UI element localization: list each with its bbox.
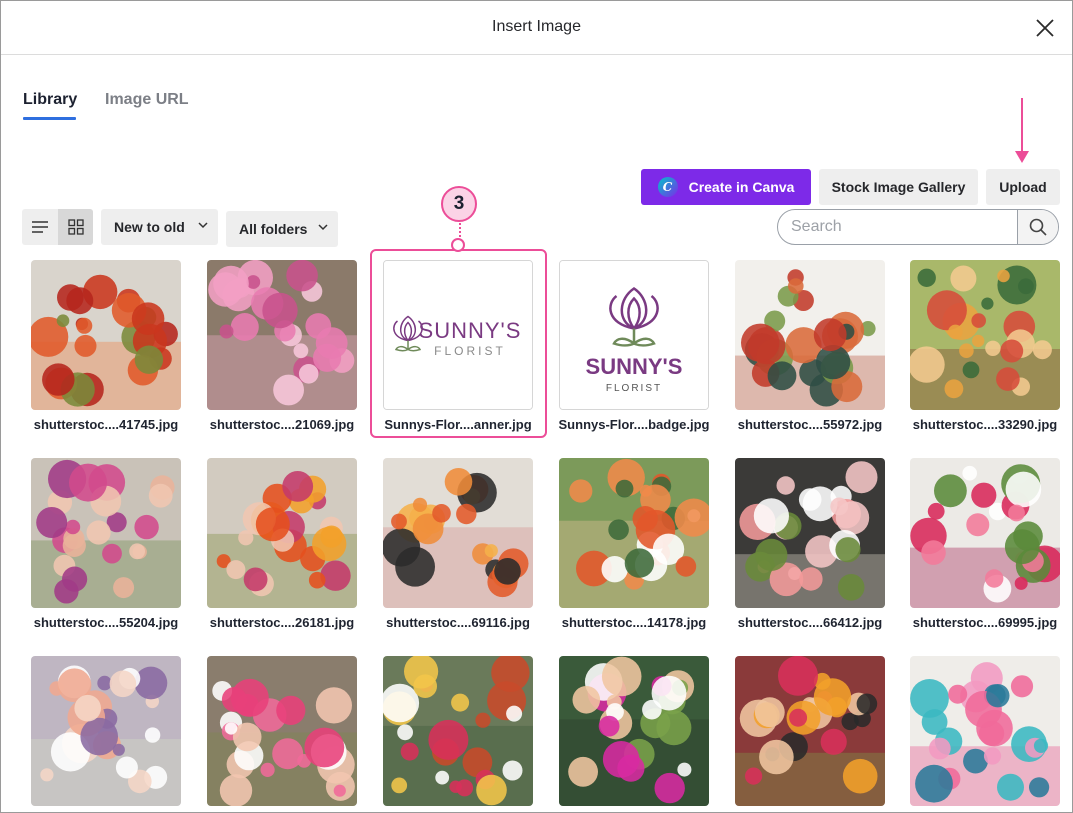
- image-filename: shutterstoc....21069.jpg: [209, 417, 355, 432]
- grid-view-icon: [67, 219, 84, 235]
- insert-image-dialog: Insert Image Library Image URL C Create …: [0, 0, 1073, 813]
- image-filename: shutterstoc....26181.jpg: [209, 615, 355, 630]
- create-in-canva-label: Create in Canva: [688, 179, 795, 195]
- photo-thumbnail-graphic: [31, 260, 181, 410]
- photo-thumbnail-graphic: [735, 656, 885, 806]
- image-thumbnail[interactable]: [383, 458, 533, 608]
- photo-thumbnail-graphic: [383, 656, 533, 806]
- photo-thumbnail-graphic: [207, 656, 357, 806]
- image-thumbnail[interactable]: [31, 458, 181, 608]
- dialog-title: Insert Image: [492, 18, 581, 35]
- image-filename: shutterstoc....55204.jpg: [33, 615, 179, 630]
- folder-value: All folders: [239, 221, 308, 237]
- search-icon: [1029, 218, 1047, 236]
- image-thumbnail[interactable]: [735, 260, 885, 410]
- pointer-arrow-head: [1015, 151, 1029, 163]
- image-thumbnail[interactable]: SUNNY'S FLORIST: [559, 260, 709, 410]
- image-thumbnail[interactable]: [31, 656, 181, 806]
- image-filename: shutterstoc....33290.jpg: [912, 417, 1058, 432]
- image-thumbnail[interactable]: [559, 458, 709, 608]
- close-icon: [1036, 19, 1054, 37]
- image-thumbnail[interactable]: [207, 656, 357, 806]
- image-filename: Sunnys-Flor....badge.jpg: [558, 417, 710, 432]
- list-view-button[interactable]: [22, 209, 58, 245]
- image-filename: shutterstoc....55972.jpg: [737, 417, 883, 432]
- tab-image-url[interactable]: Image URL: [105, 91, 189, 109]
- image-thumbnail[interactable]: [559, 656, 709, 806]
- image-thumbnail[interactable]: [383, 656, 533, 806]
- photo-thumbnail-graphic: [735, 260, 885, 410]
- sunnys-florist-logo: SUNNY'S FLORIST: [560, 261, 708, 409]
- callout-anchor: [451, 238, 465, 252]
- search-button[interactable]: [1017, 210, 1058, 244]
- svg-text:SUNNY'S: SUNNY'S: [586, 354, 683, 379]
- image-thumbnail[interactable]: [735, 656, 885, 806]
- image-thumbnail[interactable]: [735, 458, 885, 608]
- search-input[interactable]: [778, 210, 1018, 244]
- image-thumbnail[interactable]: [910, 656, 1060, 806]
- close-button[interactable]: [1034, 17, 1056, 39]
- grid-view-button[interactable]: [58, 209, 93, 245]
- view-toggle: [22, 209, 93, 245]
- tab-library[interactable]: Library: [23, 91, 77, 109]
- canva-logo-icon: C: [657, 177, 678, 197]
- active-tab-indicator: [23, 117, 76, 120]
- chevron-down-icon: [318, 224, 328, 231]
- photo-thumbnail-graphic: [559, 656, 709, 806]
- sort-dropdown[interactable]: New to old: [101, 209, 218, 245]
- photo-thumbnail-graphic: [559, 458, 709, 608]
- pointer-arrow: [1021, 98, 1023, 154]
- image-filename: shutterstoc....66412.jpg: [737, 615, 883, 630]
- image-thumbnail[interactable]: [207, 458, 357, 608]
- svg-text:FLORIST: FLORIST: [606, 383, 662, 394]
- image-thumbnail[interactable]: [207, 260, 357, 410]
- photo-thumbnail-graphic: [383, 458, 533, 608]
- photo-thumbnail-graphic: [910, 260, 1060, 410]
- list-view-icon: [32, 221, 48, 233]
- stock-image-gallery-button[interactable]: Stock Image Gallery: [819, 169, 978, 205]
- sort-value: New to old: [114, 219, 185, 235]
- image-filename: shutterstoc....14178.jpg: [561, 615, 707, 630]
- image-thumbnail[interactable]: [910, 458, 1060, 608]
- photo-thumbnail-graphic: [207, 458, 357, 608]
- image-filename: shutterstoc....69116.jpg: [386, 615, 530, 630]
- image-filename: shutterstoc....41745.jpg: [33, 417, 179, 432]
- dialog-header: Insert Image: [1, 1, 1072, 55]
- image-thumbnail[interactable]: [910, 260, 1060, 410]
- photo-thumbnail-graphic: [735, 458, 885, 608]
- create-in-canva-button[interactable]: C Create in Canva: [641, 169, 811, 205]
- photo-thumbnail-graphic: [31, 656, 181, 806]
- step-callout-badge: 3: [441, 186, 477, 222]
- selection-highlight: [370, 249, 547, 438]
- search-box: [777, 209, 1059, 245]
- chevron-down-icon: [198, 222, 208, 229]
- photo-thumbnail-graphic: [207, 260, 357, 410]
- photo-thumbnail-graphic: [910, 458, 1060, 608]
- image-thumbnail[interactable]: [31, 260, 181, 410]
- photo-thumbnail-graphic: [31, 458, 181, 608]
- image-filename: shutterstoc....69995.jpg: [912, 615, 1058, 630]
- photo-thumbnail-graphic: [910, 656, 1060, 806]
- upload-button[interactable]: Upload: [986, 169, 1060, 205]
- folder-dropdown[interactable]: All folders: [226, 211, 338, 247]
